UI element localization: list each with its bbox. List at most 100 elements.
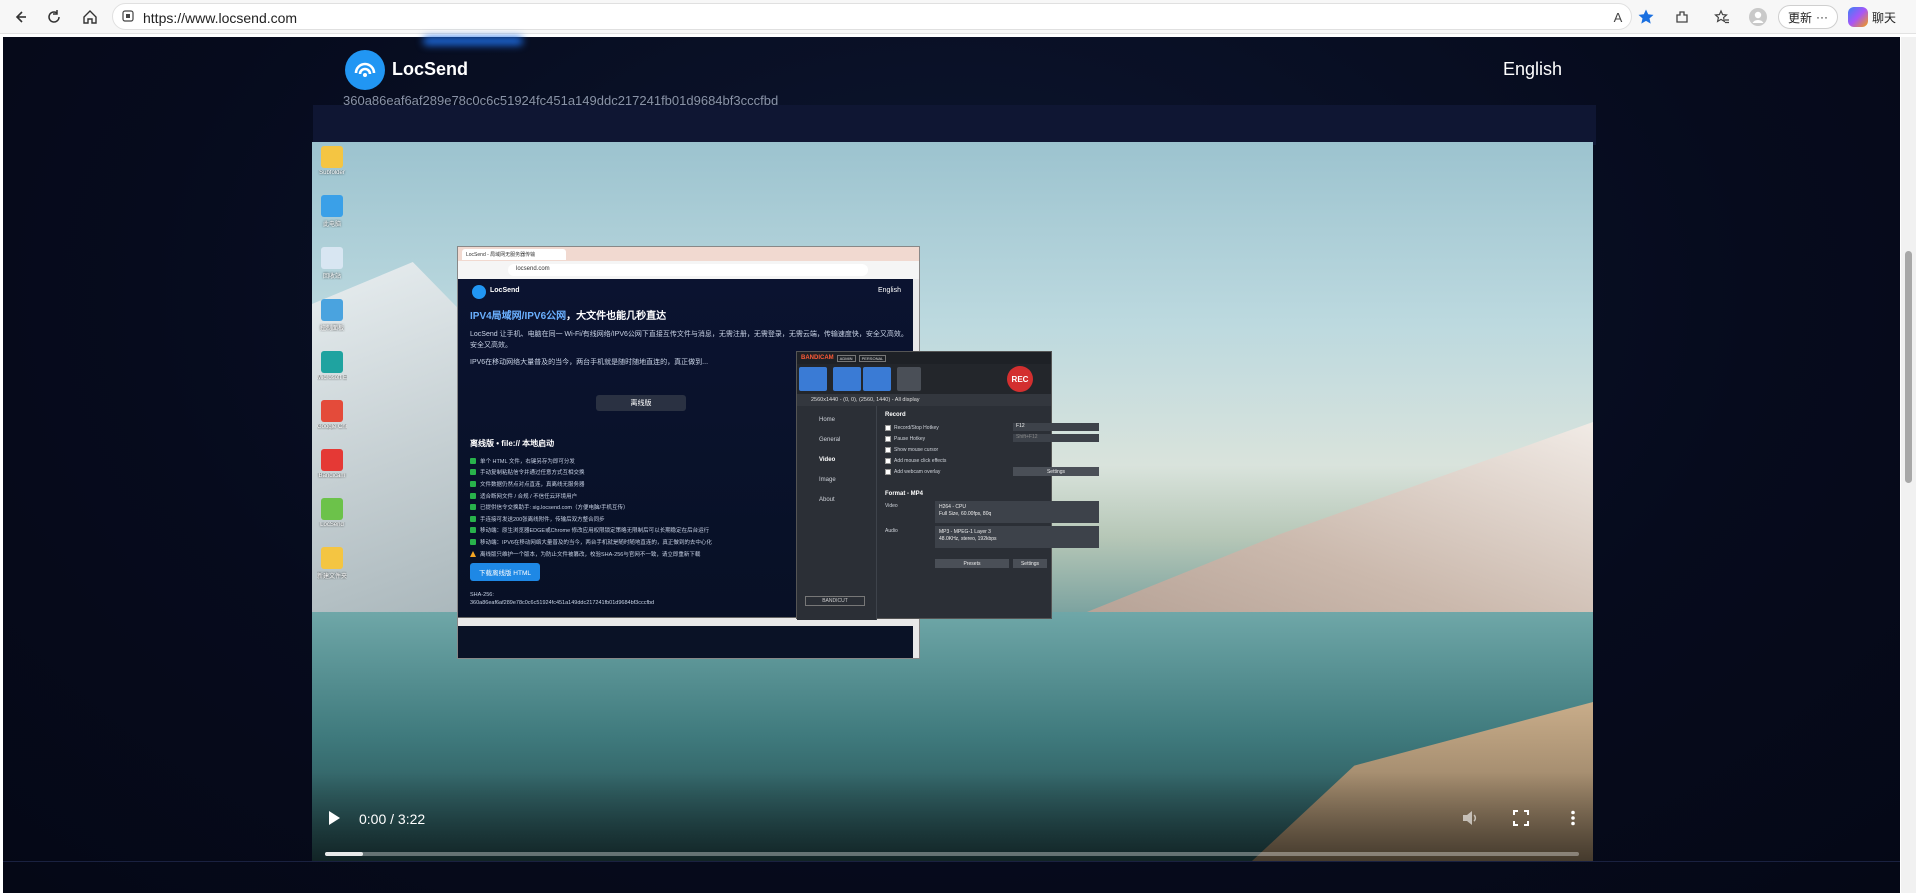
pause-hotkey-label: Pause Hotkey: [894, 435, 926, 442]
url-text: https://www.locsend.com: [143, 10, 298, 26]
check-icon: [470, 469, 476, 476]
page-scrollbar[interactable]: [1901, 37, 1916, 893]
recorded-logo-text: LocSend: [490, 287, 520, 294]
desktop-icon-label: 控制面板: [319, 326, 344, 332]
video-settings: Full Size, 60.00fps, 80q: [939, 511, 992, 517]
bandicam-pill-personal: PERSONAL: [858, 354, 887, 362]
browser-toolbar: https://www.locsend.com A 更新 ··· 聊天: [0, 0, 1916, 34]
desktop-app-icon: [321, 247, 343, 269]
scroll-thumb[interactable]: [1905, 251, 1912, 483]
video-controls: 0:00 / 3:22: [312, 772, 1593, 861]
pause-hotkey-row: Pause Hotkey Shift+F12: [885, 433, 1099, 444]
video-progress-fill: [325, 852, 363, 856]
check-icon: [470, 480, 476, 487]
desktop-icon[interactable]: LocSend: [317, 498, 347, 528]
checkbox-icon: [885, 446, 891, 453]
check-icon: [470, 515, 476, 522]
update-label: 更新: [1787, 10, 1812, 25]
recorded-url: locsend.com: [508, 264, 868, 276]
check-icon: [470, 538, 476, 545]
favorite-star-icon[interactable]: [1634, 5, 1658, 29]
click-effects-label: Add mouse click effects: [894, 457, 947, 464]
page-content: LocSend English 360a86eaf6af289e78c0c6c5…: [3, 37, 1900, 893]
bandicam-nav-item: Image: [819, 477, 836, 483]
screen-mode-icon: [799, 367, 827, 391]
webcam-overlay-row: Add webcam overlay Settings: [885, 466, 1099, 477]
record-section-title: Record: [885, 412, 906, 418]
extensions-icon[interactable]: [1670, 5, 1694, 29]
recorded-address-bar: locsend.com: [458, 261, 919, 279]
recorded-feature-text: 手动复制粘贴信令并通过任意方式互相交换: [480, 470, 585, 477]
desktop-icon[interactable]: Google Chrome: [317, 400, 347, 430]
play-icon[interactable]: [326, 810, 342, 826]
address-bar[interactable]: https://www.locsend.com: [112, 3, 1632, 30]
bandicam-window: BANDICAM ADMIN PERSONAL REC 2560x1440 - …: [796, 351, 1099, 620]
recorded-nested-window: [458, 617, 915, 658]
recorded-language: English: [878, 287, 901, 294]
bandicut-button: BANDICUT: [805, 596, 865, 606]
locsend-logo-icon[interactable]: [345, 50, 385, 90]
desktop-icon[interactable]: 此电脑: [317, 195, 347, 228]
desktop-app-icon: [321, 146, 343, 168]
update-button[interactable]: 更新 ···: [1778, 5, 1838, 29]
warning-icon: [470, 550, 476, 557]
bandicam-nav-item: Video: [819, 457, 836, 463]
audio-codec: MP3 - MPEG-1 Layer 3: [939, 529, 991, 535]
show-cursor-label: Show mouse cursor: [894, 446, 939, 453]
refresh-icon[interactable]: [42, 5, 66, 29]
desktop-app-icon: [321, 351, 343, 373]
bandicam-nav: Home General Video Image About: [797, 406, 876, 510]
recorded-feature-text: 适合断网文件 / 合规 / 不信任云环境用户: [480, 493, 578, 500]
language-switch[interactable]: English: [1503, 59, 1562, 80]
recorded-feature-text: 移动端：IPV6在移动网络大量普及的当今，两台手机就是随时随地直连的，真正做到的…: [480, 539, 712, 546]
desktop-icon[interactable]: Bandicam: [317, 449, 347, 479]
webcam-overlay-label: Add webcam overlay: [894, 468, 941, 475]
desktop-app-icon: [321, 449, 343, 471]
fullscreen-icon[interactable]: [1513, 810, 1529, 826]
audio-settings: 48.0KHz, stereo, 192kbps: [939, 536, 997, 542]
checkbox-icon: [885, 468, 891, 475]
desktop-icon-label: Microsoft Edge: [317, 375, 347, 381]
desktop-icon[interactable]: 回收站: [317, 247, 347, 280]
bandicam-brand: BANDICAM: [801, 355, 834, 361]
check-icon: [470, 504, 476, 511]
desktop-app-icon: [321, 195, 343, 217]
site-logo-text[interactable]: LocSend: [392, 59, 468, 80]
desktop-icon[interactable]: Microsoft Edge: [317, 351, 347, 381]
desktop-app-icon: [321, 299, 343, 321]
bandicam-display-info: 2560x1440 - (0, 0), (2560, 1440) - All d…: [797, 394, 1051, 406]
webcam-icon: [897, 367, 921, 391]
rec-button: REC: [1007, 366, 1033, 392]
bandicam-nav-item: Home: [819, 417, 836, 423]
recorded-offline-tab: 离线版: [596, 395, 686, 411]
desktop-app-icon: [321, 400, 343, 422]
desktop-icon-label: LocSend: [320, 522, 344, 528]
recorded-tab: LocSend - 局域网无服务器传输: [462, 248, 566, 260]
recorded-intro-line2: 安全又高效。: [470, 342, 512, 349]
chat-label: 聊天: [1872, 10, 1897, 25]
desktop-icon[interactable]: Subfolder: [317, 146, 347, 176]
recorded-intro-line1: LocSend 让手机、电脑在同一 Wi-Fi/有线网络/IPV6公网下直接互传…: [470, 331, 908, 338]
desktop-icon-label: Subfolder: [319, 170, 345, 176]
desktop-icon[interactable]: 控制面板: [317, 299, 347, 332]
headline-rest: ，大文件也能几秒直达: [566, 311, 667, 322]
more-menu-label: ···: [1816, 10, 1828, 24]
page-divider: [3, 861, 1900, 862]
read-aloud-icon[interactable]: A: [1606, 5, 1630, 29]
record-hotkey-field: F12: [1013, 423, 1099, 431]
back-icon[interactable]: [8, 5, 32, 29]
video-player[interactable]: Subfolder 此电脑回收站控制面板 Microsoft Edge Google …: [312, 142, 1593, 861]
checkbox-icon: [885, 424, 891, 431]
volume-icon[interactable]: [1462, 810, 1480, 826]
more-options-icon[interactable]: [1565, 810, 1581, 826]
video-progress-track[interactable]: [325, 852, 1579, 856]
home-icon[interactable]: [78, 5, 102, 29]
copilot-chat-button[interactable]: 聊天: [1848, 5, 1912, 29]
desktop-icon[interactable]: 新建文件夹: [317, 547, 347, 580]
favorites-icon[interactable]: [1710, 5, 1734, 29]
lock-icon: [121, 9, 135, 28]
profile-avatar-icon[interactable]: [1746, 5, 1770, 29]
presets-button: Presets: [935, 559, 1009, 568]
sha-hash-text: 360a86eaf6af289e78c0c6c51924fc451a149ddc…: [343, 93, 779, 108]
hash-strip: [313, 105, 1596, 145]
